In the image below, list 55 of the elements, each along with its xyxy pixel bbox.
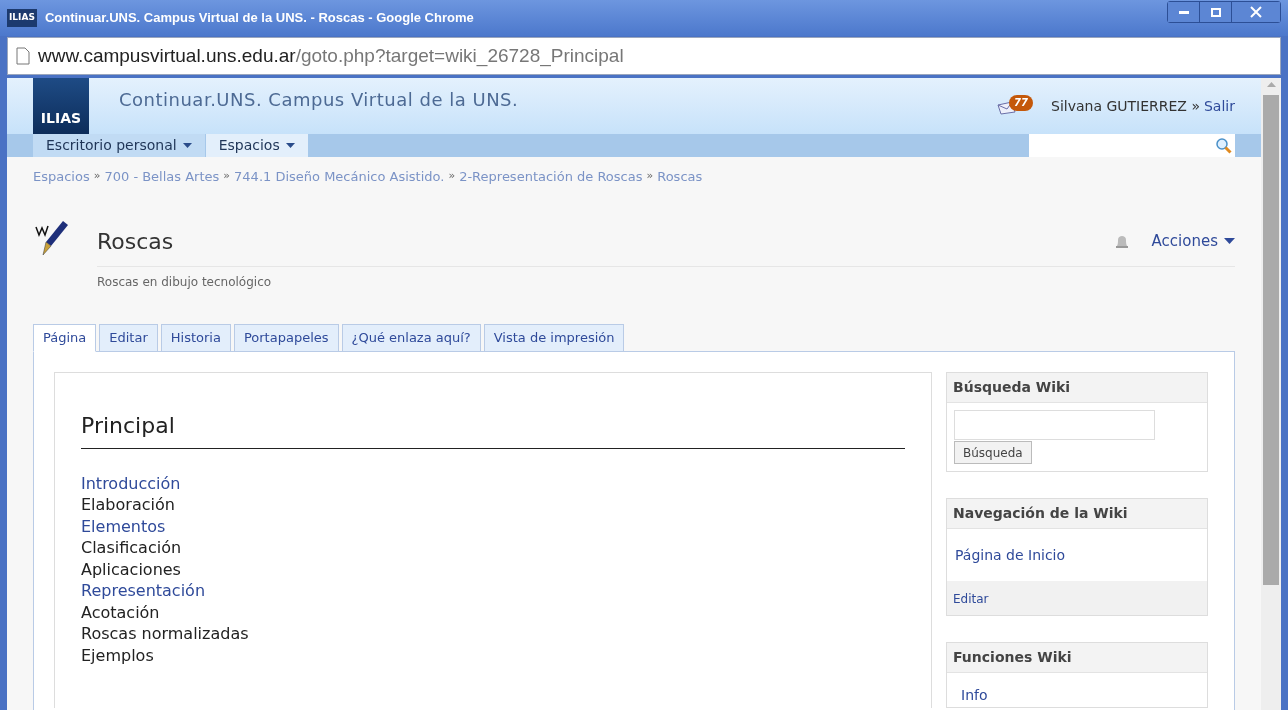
page-link[interactable]: Introducción: [81, 472, 181, 494]
tab[interactable]: Portapapeles: [233, 323, 339, 352]
tab[interactable]: Vista de impresión: [483, 323, 625, 352]
maximize-button[interactable]: [1200, 2, 1232, 22]
page-text: Elaboración: [81, 494, 175, 516]
url-text: www.campusvirtual.uns.edu.ar/goto.php?target=wiki_26728_Principal: [38, 43, 624, 69]
nav-menu-item[interactable]: Escritorio personal: [33, 134, 205, 157]
page-heading: Principal: [81, 408, 905, 449]
block-title: Funciones Wiki: [947, 643, 1207, 673]
caret-icon: [182, 143, 192, 148]
window-title: Continuar.UNS. Campus Virtual de la UNS. - Roscas - Google Chrome: [44, 9, 474, 28]
edit-link[interactable]: Editar: [953, 592, 989, 606]
user-name: Silvana GUTIERREZ »: [1051, 96, 1200, 116]
app-icon: ILIAS: [7, 9, 37, 27]
close-button[interactable]: [1232, 2, 1280, 22]
search-icon: [1215, 137, 1232, 154]
caret-icon: [1224, 238, 1235, 244]
actions-menu[interactable]: Acciones: [1151, 229, 1235, 253]
mail-count-badge: 77: [1009, 95, 1033, 111]
page-icon: [16, 47, 30, 65]
page-text: Clasificación: [81, 537, 182, 559]
minimize-button[interactable]: [1168, 2, 1200, 22]
ilias-logo: ILIAS: [33, 78, 89, 134]
page-text: Acotación: [81, 601, 160, 623]
search-field[interactable]: [1029, 134, 1235, 157]
logout-link[interactable]: Salir: [1204, 95, 1235, 117]
site-title: Continuar.UNS. Campus Virtual de la UNS.: [119, 87, 519, 112]
page-link[interactable]: Elementos: [81, 515, 166, 537]
block-title: Navegación de la Wiki: [947, 499, 1207, 529]
page-text: Aplicaciones: [81, 558, 181, 580]
scroll-up-icon[interactable]: [1266, 82, 1276, 87]
breadcrumb-separator: »: [448, 168, 456, 184]
function-link[interactable]: Info: [961, 687, 988, 703]
page-text: Ejemplos: [81, 644, 154, 666]
scrollbar[interactable]: [1261, 78, 1281, 710]
breadcrumb-separator: »: [646, 168, 654, 184]
nav-menu-item[interactable]: Espacios: [205, 134, 308, 157]
wiki-search-field[interactable]: [954, 409, 1155, 440]
tab[interactable]: Historia: [160, 323, 231, 352]
object-description: Roscas en dibujo tecnológico: [97, 273, 273, 291]
breadcrumb-separator: »: [223, 168, 231, 184]
tab[interactable]: Editar: [99, 323, 158, 352]
tab[interactable]: Página: [33, 323, 97, 352]
tab[interactable]: ¿Qué enlaza aquí?: [341, 323, 481, 352]
object-title: Roscas: [97, 227, 174, 256]
page-link[interactable]: Representación: [81, 580, 206, 602]
address-bar[interactable]: www.campusvirtual.uns.edu.ar/goto.php?target=wiki_26728_Principal: [7, 37, 1281, 75]
breadcrumb-separator: »: [93, 168, 101, 184]
close-icon: [1250, 6, 1262, 18]
block-title: Búsqueda Wiki: [947, 372, 1207, 403]
search-button[interactable]: Búsqueda: [954, 441, 1032, 464]
home-page-link[interactable]: Página de Inicio: [955, 547, 1066, 563]
bell-icon[interactable]: [1113, 233, 1130, 249]
caret-icon: [285, 143, 295, 148]
page-text: Roscas normalizadas: [81, 623, 249, 645]
